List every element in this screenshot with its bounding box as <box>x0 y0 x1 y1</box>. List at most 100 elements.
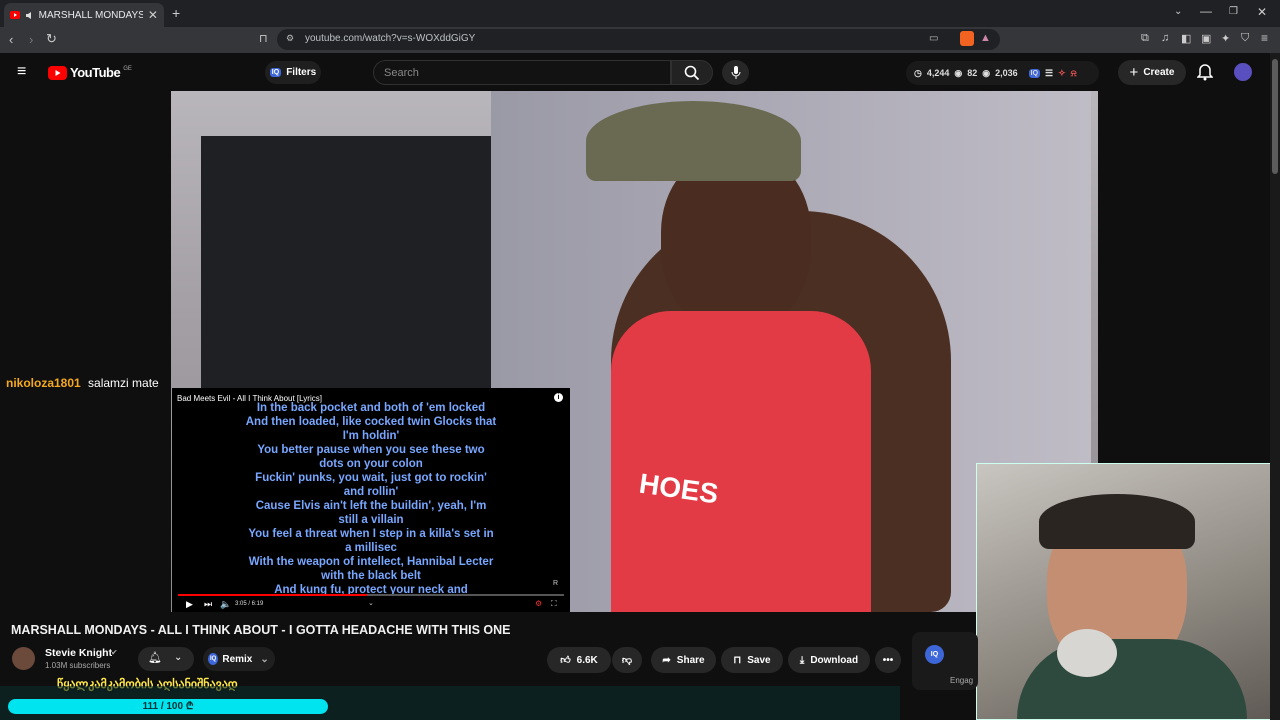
lyric-line: With the weapon of intellect, Hannibal L… <box>248 556 494 568</box>
browser-menu-icon[interactable]: ≡ <box>1261 31 1268 45</box>
lyric-line: Cause Elvis ain't left the buildin', yea… <box>255 500 487 512</box>
fullscreen-icon[interactable]: ⛶ <box>551 599 557 609</box>
stat-viewers: 2,036 <box>995 68 1018 78</box>
next-icon[interactable]: ⏭ <box>204 599 212 610</box>
page-scrollbar[interactable] <box>1270 53 1280 720</box>
back-icon[interactable]: ‹ <box>9 32 13 47</box>
reload-icon[interactable]: ↻ <box>46 31 57 47</box>
window-curtain <box>201 136 501 406</box>
lyric-line: In the back pocket and both of 'em locke… <box>256 402 486 414</box>
microphone-windscreen <box>1057 629 1117 677</box>
lyric-line: a millisec <box>345 542 397 554</box>
pip-lyrics-video[interactable]: Bad Meets Evil - All I Think About [Lyri… <box>172 388 570 612</box>
like-button[interactable]: 👍︎ 6.6K <box>547 647 611 673</box>
volume-icon[interactable]: 🔈 <box>220 599 231 610</box>
bell-off-icon[interactable]: ⍾ <box>1071 68 1077 79</box>
filters-button[interactable]: IQ Filters <box>265 61 321 84</box>
more-icon: ••• <box>882 654 894 666</box>
donation-goal-progress: 111 / 100 ₾ <box>142 701 194 712</box>
youtube-logo[interactable]: YouTube GE <box>48 65 132 80</box>
youtube-play-logo-icon <box>48 65 67 80</box>
close-tab-icon[interactable]: ✕ <box>148 8 158 22</box>
brave-shield-icon[interactable] <box>960 31 974 46</box>
browser-tab[interactable]: MARSHALL MONDAYS - ALL ✕ <box>4 3 164 27</box>
pip-progress-bar[interactable] <box>178 594 564 596</box>
iq-engage-icon: IQ <box>925 645 944 664</box>
more-actions-button[interactable]: ••• <box>875 647 901 673</box>
cast-icon[interactable]: ▭ <box>929 33 938 44</box>
music-icon[interactable]: ♫ <box>1161 32 1169 44</box>
tab-search-icon[interactable]: ⌄ <box>1174 6 1182 17</box>
lyric-line: You feel a threat when I step in a killa… <box>248 528 494 540</box>
hamburger-menu-icon[interactable]: ≡ <box>17 63 26 81</box>
stat-watching: 82 <box>967 68 978 78</box>
stream-stats: ◷ 4,244 ◉ 82 ◉ 2,036 IQ ☰ ✧ ⍾ <box>906 61 1099 85</box>
download-button[interactable]: ⤓ Download <box>788 647 870 673</box>
vpn-shield-icon[interactable]: ⛉ <box>1241 32 1249 45</box>
channel-name[interactable]: Stevie Knight <box>45 647 112 659</box>
watermark-r-icon: R <box>553 580 559 587</box>
subscribed-bell-button[interactable]: 🔔︎ ⌄ <box>138 647 194 671</box>
settings-icon[interactable]: ⚙ <box>535 599 542 608</box>
chevron-down-icon[interactable]: ⌄ <box>368 599 374 607</box>
search-button[interactable] <box>671 60 713 85</box>
lyric-line: and rollin' <box>343 486 399 498</box>
save-icon: ⊓ <box>733 654 742 666</box>
iq-icon: IQ <box>269 68 282 77</box>
verified-icon: ✔ <box>111 648 118 657</box>
notifications-bell-icon[interactable] <box>1197 64 1213 81</box>
search-icon <box>684 65 700 81</box>
chat-text: salamzi mate <box>88 376 159 390</box>
lyric-line: Fuckin' punks, you wait, just got to roc… <box>255 472 487 484</box>
wallet-icon[interactable]: ▣ <box>1201 32 1211 45</box>
facecam-shirt <box>1017 639 1247 719</box>
remix-button[interactable]: IQ Remix ⌄ <box>203 647 275 671</box>
microphone-icon <box>731 66 741 79</box>
dislike-button[interactable]: 👎︎ <box>612 647 642 673</box>
extensions-icon[interactable]: ⧉ <box>1141 32 1149 45</box>
chevron-down-icon: ⌄ <box>174 652 183 663</box>
channel-avatar[interactable] <box>12 647 35 670</box>
bookmark-icon[interactable]: ⊓ <box>259 32 268 45</box>
like-count: 6.6K <box>576 654 598 666</box>
save-button[interactable]: ⊓ Save <box>721 647 783 673</box>
notify-off-icon[interactable]: ✧ <box>1058 68 1066 79</box>
lyric-line: with the black belt <box>321 570 421 582</box>
youtube-logo-text: YouTube <box>70 65 121 80</box>
speaker-icon[interactable] <box>25 11 34 20</box>
site-info-icon[interactable]: ⚙ <box>286 33 294 44</box>
share-button[interactable]: ➦ Share <box>651 647 716 673</box>
brave-rewards-icon[interactable]: ▲ <box>980 32 991 44</box>
create-label: Create <box>1143 67 1175 78</box>
close-window-icon[interactable]: ✕ <box>1257 5 1267 19</box>
lyric-line: I'm holdin' <box>342 430 400 442</box>
maximize-icon[interactable]: ❐ <box>1229 6 1238 17</box>
search-input[interactable]: Search <box>373 60 671 85</box>
thumbs-up-icon: 👍︎ <box>560 655 571 666</box>
engagement-panel[interactable]: IQ Engag <box>912 632 978 690</box>
lyric-line: still a villain <box>338 514 404 526</box>
sidebar-icon[interactable]: ◧ <box>1181 32 1191 45</box>
list-icon[interactable]: ☰ <box>1045 68 1053 79</box>
video-title: MARSHALL MONDAYS - ALL I THINK ABOUT - I… <box>11 623 511 637</box>
create-button[interactable]: + Create <box>1118 60 1186 85</box>
download-icon: ⤓ <box>799 654 805 666</box>
youtube-favicon-icon <box>10 11 20 19</box>
filters-label: Filters <box>286 67 317 78</box>
play-icon[interactable]: ▶ <box>186 599 193 610</box>
red-tank-top <box>611 311 871 612</box>
user-avatar[interactable] <box>1234 63 1252 81</box>
omnibox[interactable]: ⚙ youtube.com/watch?v=s-WOXddGiGY ▭ ▲ <box>277 29 1000 50</box>
leo-ai-icon[interactable]: ✦ <box>1221 32 1230 45</box>
voice-search-button[interactable] <box>722 60 749 85</box>
forward-icon[interactable]: › <box>29 32 33 47</box>
iq-remix-icon: IQ <box>208 653 219 665</box>
new-tab-icon[interactable]: + <box>172 5 180 21</box>
scrollbar-thumb[interactable] <box>1272 59 1278 174</box>
pip-time: 3:05 / 6:19 <box>235 601 264 607</box>
iq-badge-icon[interactable]: IQ <box>1028 68 1041 78</box>
subscriber-count: 1.03M subscribers <box>45 661 111 670</box>
minimize-icon[interactable]: — <box>1200 4 1212 18</box>
lyric-line: dots on your colon <box>319 458 423 470</box>
clock-icon: ◷ <box>914 67 922 78</box>
